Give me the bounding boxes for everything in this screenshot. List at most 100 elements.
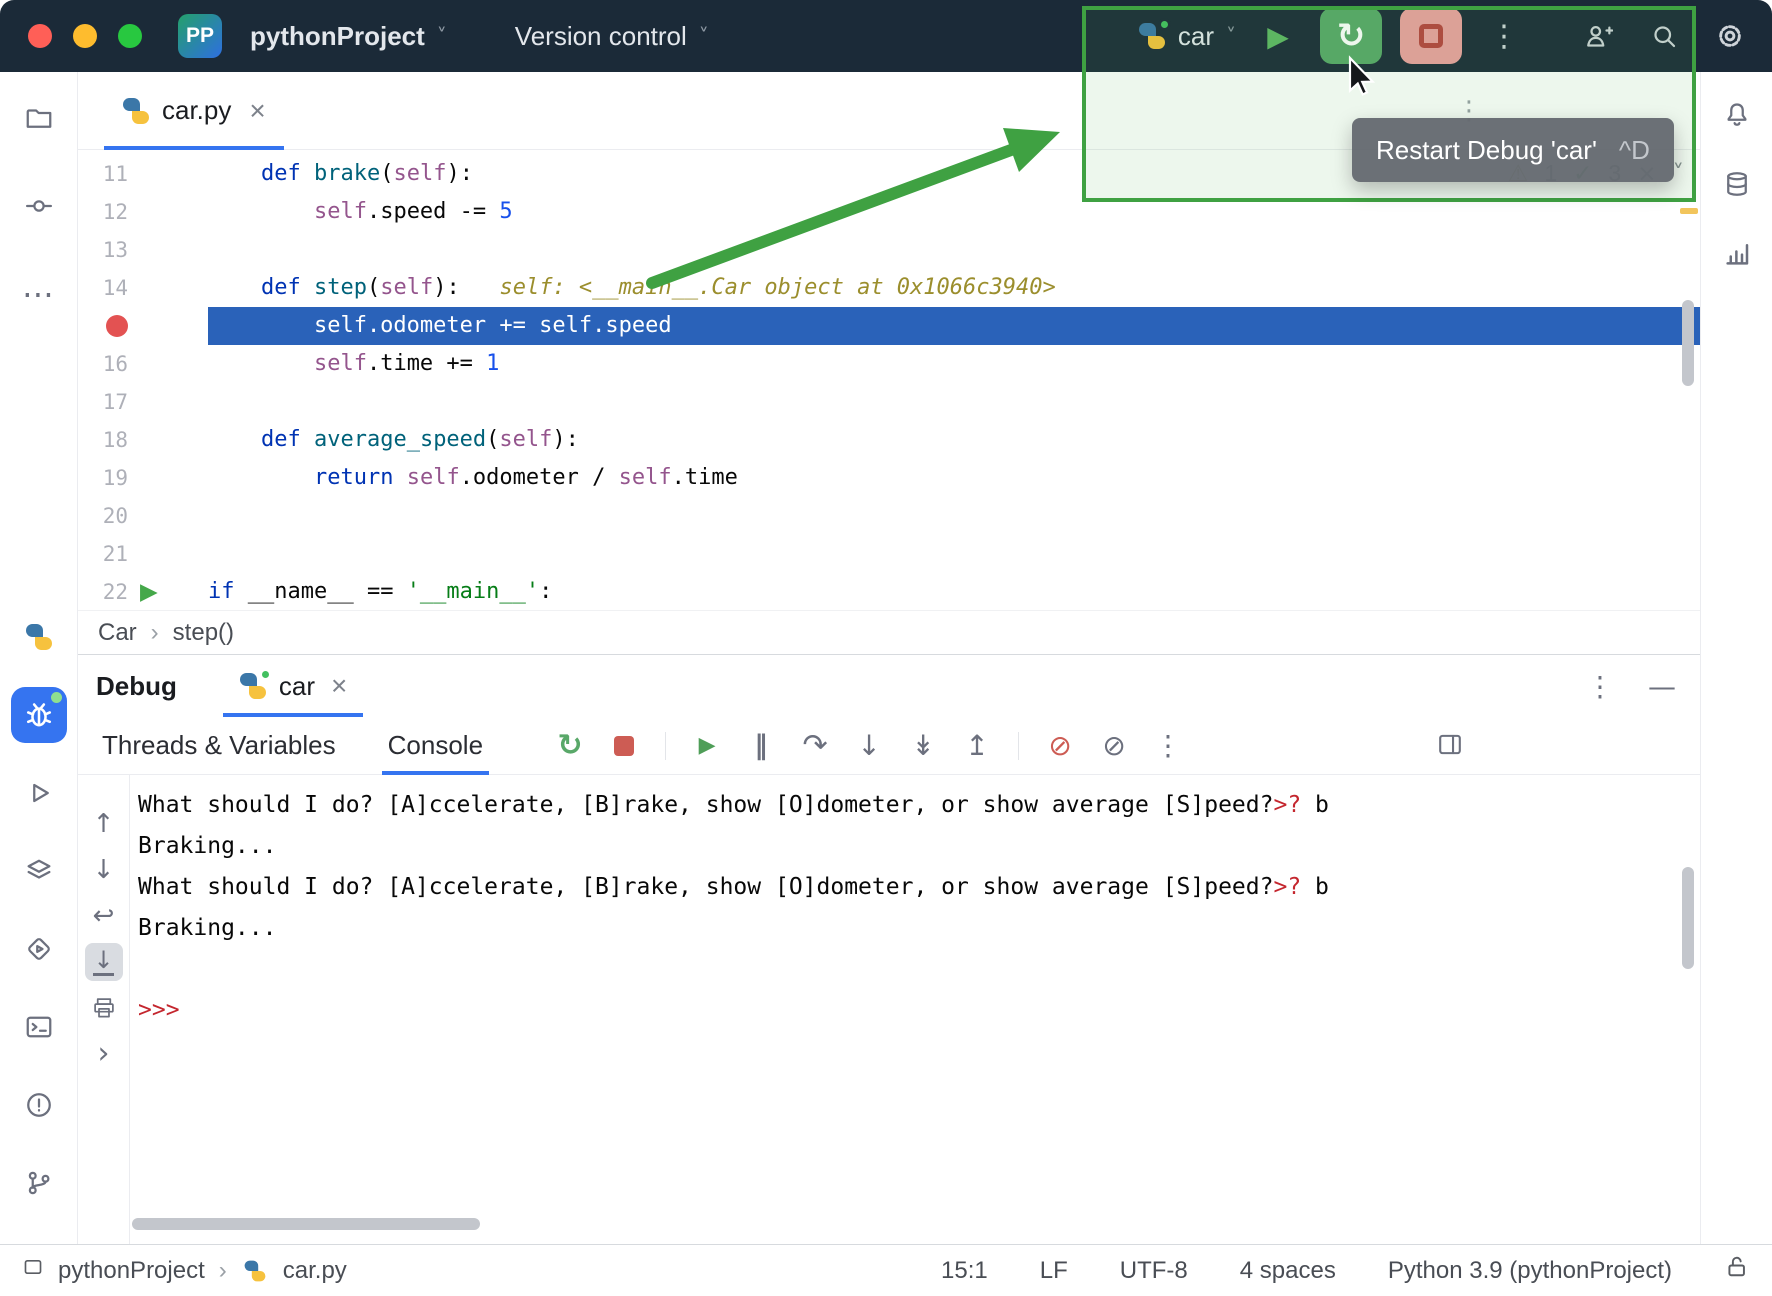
line-number[interactable]: 17 (78, 383, 128, 421)
settings-button[interactable] (1706, 8, 1754, 64)
code-line-17[interactable]: 17 (78, 383, 1700, 421)
tab-threads-variables[interactable]: Threads & Variables (98, 717, 340, 774)
activitybar-run-icon[interactable] (11, 765, 67, 821)
gutter[interactable]: 18 (78, 421, 208, 459)
minimize-window-button[interactable] (73, 24, 97, 48)
run-button[interactable]: ▶ (1254, 8, 1302, 64)
step-into-icon[interactable]: ↓ (848, 726, 890, 766)
gutter[interactable]: 17 (78, 383, 208, 421)
debug-session-tab-car[interactable]: car × (223, 655, 363, 717)
console-output[interactable]: What should I do? [A]ccelerate, [B]rake,… (130, 775, 1700, 1244)
code-line-18[interactable]: 18 def average_speed(self): (78, 421, 1700, 459)
status-file-name[interactable]: car.py (283, 1257, 347, 1285)
line-number[interactable]: 21 (78, 535, 128, 573)
activitybar-services-icon[interactable] (11, 921, 67, 977)
step-over-icon[interactable]: ↷ (794, 726, 836, 766)
run-config-selector[interactable]: car ˅ (1138, 21, 1236, 52)
hide-panel-icon[interactable]: — (1648, 670, 1676, 703)
stop-button[interactable] (1400, 8, 1462, 64)
line-number[interactable]: 11 (78, 155, 128, 193)
expand-icon[interactable]: › (85, 1035, 123, 1073)
activitybar-commit-icon[interactable] (11, 178, 67, 234)
gutter[interactable]: 12 (78, 193, 208, 231)
close-tab-icon[interactable]: × (249, 95, 265, 127)
write-access-icon[interactable] (1724, 1254, 1750, 1287)
breakpoint-icon[interactable] (106, 315, 128, 337)
line-number[interactable]: 13 (78, 231, 128, 269)
activitybar-problems-icon[interactable] (11, 1077, 67, 1133)
project-widget[interactable]: pythonProject ˅ (234, 11, 463, 62)
code-line-14[interactable]: 14 def step(self): self: <__main__.Car o… (78, 269, 1700, 307)
activitybar-terminal-icon[interactable] (11, 999, 67, 1055)
line-number[interactable]: 19 (78, 459, 128, 497)
arrow-up-icon[interactable]: ↑ (85, 805, 123, 843)
chevron-down-icon[interactable]: ˅ (1673, 161, 1685, 187)
gutter[interactable] (78, 307, 208, 345)
code-line-19[interactable]: 19 return self.odometer / self.time (78, 459, 1700, 497)
layout-settings-button[interactable] (1436, 730, 1464, 761)
gutter[interactable]: 11 (78, 155, 208, 193)
debug-options-icon[interactable]: ⋮ (1586, 670, 1614, 703)
mute-breakpoints-icon[interactable]: ⊘ (1093, 726, 1135, 766)
code-editor[interactable]: 11 def brake(self):12 self.speed -= 5131… (78, 150, 1700, 610)
zoom-window-button[interactable] (118, 24, 142, 48)
activitybar-more-horizontal-icon[interactable]: ⋯ (11, 266, 67, 322)
code-line-22[interactable]: 22▶if __name__ == '__main__': (78, 573, 1700, 611)
gutter[interactable]: 20 (78, 497, 208, 535)
step-out-icon[interactable]: ↥ (956, 726, 998, 766)
search-everywhere-button[interactable] (1640, 8, 1688, 64)
profiler-icon[interactable] (1711, 228, 1763, 280)
arrow-down-icon[interactable]: ↓ (85, 851, 123, 889)
gutter[interactable]: 14 (78, 269, 208, 307)
gutter[interactable]: 22 ▶ (78, 573, 208, 611)
gutter[interactable]: 13 (78, 231, 208, 269)
activitybar-version-control-icon[interactable] (11, 1155, 67, 1211)
soft-wrap-icon[interactable]: ↩ (85, 897, 123, 935)
activitybar-python-packages-icon[interactable] (11, 609, 67, 665)
force-step-into-icon[interactable]: ↡ (902, 726, 944, 766)
activitybar-layers-icon[interactable] (11, 843, 67, 899)
close-session-icon[interactable]: × (331, 670, 347, 702)
tab-console[interactable]: Console (384, 717, 487, 774)
line-number[interactable]: 20 (78, 497, 128, 535)
resume-icon[interactable]: ▶ (686, 726, 728, 766)
code-line-20[interactable]: 20 (78, 497, 1700, 535)
more-actions-button[interactable]: ⋮ (1480, 8, 1528, 64)
print-icon[interactable] (85, 989, 123, 1027)
gutter[interactable]: 16 (78, 345, 208, 383)
line-number[interactable] (78, 307, 128, 345)
run-gutter-icon[interactable]: ▶ (140, 573, 158, 611)
code-with-me-button[interactable] (1574, 8, 1622, 64)
restart-debug-button[interactable]: ↻ (1320, 8, 1382, 64)
scroll-to-end-icon[interactable]: ↓ (85, 943, 123, 981)
gutter[interactable]: 19 (78, 459, 208, 497)
editor-scrollbar[interactable] (1682, 300, 1694, 386)
status-item[interactable]: 15:1 (941, 1257, 988, 1285)
line-number[interactable]: 16 (78, 345, 128, 383)
stop-icon[interactable] (603, 726, 645, 766)
status-item[interactable]: UTF-8 (1120, 1257, 1188, 1285)
code-line-12[interactable]: 12 self.speed -= 5 (78, 193, 1700, 231)
breadcrumb-class[interactable]: Car (98, 619, 137, 647)
notifications-icon[interactable] (1711, 88, 1763, 140)
status-item[interactable]: LF (1040, 1257, 1068, 1285)
code-line-21[interactable]: 21 (78, 535, 1700, 573)
more-vertical-icon[interactable]: ⋮ (1147, 726, 1189, 766)
status-item[interactable]: Python 3.9 (pythonProject) (1388, 1257, 1672, 1285)
console-horizontal-scrollbar[interactable] (132, 1218, 480, 1230)
line-number[interactable]: 14 (78, 269, 128, 307)
editor-tab-car-py[interactable]: car.py × (104, 72, 284, 149)
status-project-name[interactable]: pythonProject (58, 1257, 205, 1285)
rerun-debug-icon[interactable]: ↻ (549, 726, 591, 766)
close-window-button[interactable] (28, 24, 52, 48)
code-line-13[interactable]: 13 (78, 231, 1700, 269)
vcs-widget[interactable]: Version control ˅ (499, 11, 725, 62)
code-line-16[interactable]: 16 self.time += 1 (78, 345, 1700, 383)
line-number[interactable]: 22 (78, 573, 128, 611)
warning-stripe-mark[interactable] (1680, 208, 1698, 214)
activitybar-debugger-icon[interactable] (11, 687, 67, 743)
console-scrollbar[interactable] (1682, 867, 1694, 969)
breadcrumb-method[interactable]: step() (173, 619, 234, 647)
activitybar-project-folder-icon[interactable] (11, 90, 67, 146)
line-number[interactable]: 12 (78, 193, 128, 231)
